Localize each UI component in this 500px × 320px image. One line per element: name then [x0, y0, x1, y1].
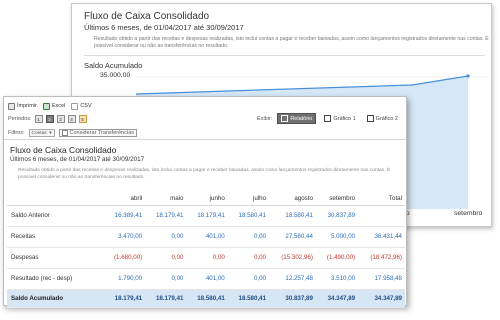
chart-x-label-setembro: setembro	[454, 210, 483, 217]
table-cell: 16.389,41	[103, 205, 146, 227]
view-report-label: Relatório	[290, 115, 313, 122]
cash-flow-table: abril maio junho julho agosto setembro T…	[7, 193, 405, 308]
table-cell: 18.580,41	[186, 289, 228, 308]
column-header-total: Total	[358, 193, 405, 206]
row-label: Saldo Anterior	[7, 205, 103, 227]
csv-button[interactable]: CSV	[71, 102, 92, 110]
table-header-row: abril maio junho julho agosto setembro T…	[7, 193, 405, 206]
table-cell: 34.347,89	[315, 289, 359, 308]
toolbar-divider	[4, 139, 406, 140]
table-row-receitas: Receitas 3.470,00 0,00 401,00 0,00 27.56…	[7, 226, 405, 248]
view-report-button[interactable]: Relatório	[277, 113, 317, 124]
csv-label: CSV	[80, 103, 92, 109]
table-cell: 3.510,00	[315, 268, 359, 290]
table-cell: 30.837,89	[315, 205, 359, 227]
accounts-select-value: Contas	[31, 130, 47, 136]
table-cell: 34.347,89	[358, 289, 405, 308]
period-button-1[interactable]: 1	[34, 115, 43, 123]
line-chart-icon	[366, 115, 374, 122]
printer-icon	[8, 102, 15, 110]
column-header-abril: abril	[103, 193, 146, 206]
table-row-saldo-anterior: Saldo Anterior 16.389,41 18.179,41 18.17…	[7, 205, 405, 227]
table-cell: (1.680,00)	[103, 247, 146, 269]
column-header	[7, 193, 103, 206]
periods-row: Períodos: 1 2 3 4 5	[8, 114, 87, 124]
table-cell: 18.580,41	[227, 289, 270, 308]
filters-row: Filtros: Contas ▾ Considerar Transferênc…	[8, 128, 138, 138]
excel-label: Excel	[51, 103, 66, 109]
table-cell: 1.790,00	[103, 268, 146, 290]
excel-icon	[42, 102, 50, 110]
table-cell: 36.431,44	[358, 226, 405, 248]
row-label: Saldo Acumulado	[7, 289, 103, 308]
consider-transfers-checkbox[interactable]	[61, 130, 68, 136]
filters-label: Filtros:	[8, 130, 25, 136]
row-label: Receitas	[7, 226, 103, 248]
excel-button[interactable]: Excel	[42, 102, 66, 110]
column-header-maio: maio	[145, 193, 187, 206]
table-cell	[358, 205, 405, 227]
print-label: Imprimir	[17, 103, 37, 109]
period-button-5[interactable]: 5	[78, 115, 87, 123]
row-label: Resultado (rec - desp)	[7, 268, 103, 290]
table-cell: 17.958,48	[358, 268, 405, 290]
period-button-4[interactable]: 4	[67, 115, 76, 123]
chart-point	[466, 74, 470, 78]
table-row-despesas: Despesas (1.680,00) 0,00 0,00 0,00 (15.3…	[7, 247, 405, 269]
table-cell: 12.257,48	[269, 268, 316, 290]
table-cell: 0,00	[145, 268, 187, 290]
view-chart2-label: Gráfico 2	[375, 115, 398, 122]
column-header-setembro: setembro	[315, 193, 359, 206]
consider-transfers-toggle[interactable]: Considerar Transferências	[58, 129, 138, 137]
csv-file-icon	[71, 102, 79, 110]
table-cell: 18.179,41	[145, 289, 187, 308]
table-cell: 30.837,89	[269, 289, 316, 308]
table-cell: 0,00	[227, 268, 270, 290]
report-title: Fluxo de Caixa Consolidado	[10, 145, 117, 155]
period-button-2[interactable]: 2	[45, 115, 54, 123]
table-cell: (18.472,96)	[358, 247, 405, 269]
report-panel: Imprimir Excel CSV Períodos: 1 2 3 4 5 E…	[3, 96, 407, 308]
view-chart1-button[interactable]: Gráfico 1	[321, 113, 358, 124]
table-cell: 0,00	[227, 247, 270, 269]
view-chart1-label: Gráfico 1	[333, 115, 356, 122]
table-row-saldo-acumulado: Saldo Acumulado 18.179,41 18.179,41 18.5…	[7, 289, 405, 308]
view-switcher: Exibir: Relatório Gráfico 1 Gráfico 2	[257, 112, 401, 125]
table-cell: 0,00	[227, 226, 270, 248]
row-label: Despesas	[7, 247, 103, 269]
table-cell: 18.580,41	[227, 205, 270, 227]
report-subtitle: Últimos 6 meses, de 01/04/2017 até 30/09…	[10, 156, 145, 163]
column-header-agosto: agosto	[269, 193, 316, 206]
table-cell: 0,00	[145, 226, 187, 248]
export-toolbar: Imprimir Excel CSV	[8, 101, 92, 111]
table-cell: 0,00	[186, 247, 228, 269]
view-label: Exibir:	[257, 115, 273, 122]
print-button[interactable]: Imprimir	[8, 102, 37, 110]
table-cell: 401,00	[186, 268, 228, 290]
table-cell: (15.302,96)	[269, 247, 316, 269]
report-icon	[281, 115, 289, 122]
table-cell: 18.179,41	[145, 205, 187, 227]
report-description: Resultado obtido a partir das receitas e…	[18, 168, 391, 180]
view-chart2-button[interactable]: Gráfico 2	[364, 113, 401, 124]
table-cell: 18.179,41	[103, 289, 146, 308]
table-cell: 18.179,41	[186, 205, 228, 227]
column-header-junho: junho	[186, 193, 228, 206]
period-button-3[interactable]: 3	[56, 115, 65, 123]
table-cell: 27.560,44	[269, 226, 316, 248]
table-cell: 0,00	[145, 247, 187, 269]
accounts-select[interactable]: Contas ▾	[28, 129, 55, 137]
consider-transfers-label: Considerar Transferências	[69, 130, 135, 136]
table-row-resultado: Resultado (rec - desp) 1.790,00 0,00 401…	[7, 268, 405, 290]
table-cell: (1.490,00)	[315, 247, 359, 269]
periods-label: Períodos:	[8, 116, 32, 122]
table-cell: 5.000,00	[315, 226, 359, 248]
table-cell: 3.470,00	[103, 226, 146, 248]
table-cell: 401,00	[186, 226, 228, 248]
column-header-julho: julho	[227, 193, 270, 206]
table-cell: 18.580,41	[269, 205, 316, 227]
chevron-down-icon: ▾	[49, 130, 52, 136]
bar-chart-icon	[324, 115, 332, 122]
